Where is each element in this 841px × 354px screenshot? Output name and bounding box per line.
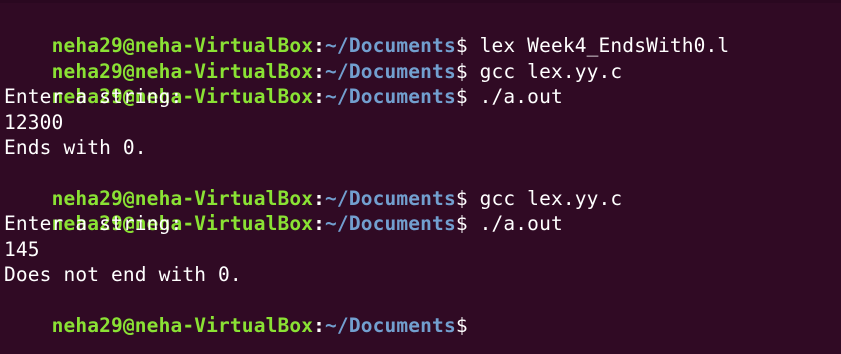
prompt-path: ~/Documents: [325, 59, 456, 83]
prompt-separator: :: [313, 59, 326, 83]
prompt-dollar: $: [455, 313, 468, 337]
command-text: ./a.out: [467, 212, 563, 236]
terminal-line-output: 12300: [4, 110, 64, 134]
prompt-dollar: $: [455, 212, 468, 236]
prompt-separator: :: [313, 85, 326, 109]
prompt-dollar: $: [455, 85, 468, 109]
prompt-user-host: neha29@neha-VirtualBox: [51, 313, 314, 337]
terminal-line-active-prompt[interactable]: neha29@neha-VirtualBox:~/Documents$: [4, 287, 841, 337]
prompt-path: ~/Documents: [325, 85, 456, 109]
command-text: lex Week4_EndsWith0.l: [467, 34, 730, 58]
terminal-line-output: Does not end with 0.: [4, 262, 242, 286]
prompt-path: ~/Documents: [325, 34, 456, 58]
terminal-line-prompt: neha29@neha-VirtualBox:~/Documents$ lex …: [4, 8, 841, 57]
prompt-user-host: neha29@neha-VirtualBox: [51, 34, 314, 58]
prompt-path: ~/Documents: [325, 313, 456, 337]
prompt-user-host: neha29@neha-VirtualBox: [51, 59, 314, 83]
prompt-user-host: neha29@neha-VirtualBox: [51, 186, 314, 210]
prompt-separator: :: [313, 186, 326, 210]
terminal-line-output: Ends with 0.: [4, 135, 147, 159]
prompt-separator: :: [313, 212, 326, 236]
prompt-dollar: $: [455, 59, 468, 83]
prompt-path: ~/Documents: [325, 212, 456, 236]
command-text: ./a.out: [467, 85, 563, 109]
prompt-dollar: $: [455, 34, 468, 58]
window-top-edge: [0, 0, 841, 3]
prompt-dollar: $: [455, 186, 468, 210]
terminal-line-prompt: neha29@neha-VirtualBox:~/Documents$ gcc …: [4, 160, 841, 210]
prompt-separator: :: [313, 313, 326, 337]
prompt-path: ~/Documents: [325, 186, 456, 210]
command-text: gcc lex.yy.c: [467, 59, 623, 83]
prompt-separator: :: [313, 34, 326, 58]
command-text: gcc lex.yy.c: [467, 186, 623, 210]
terminal-line-output: 145: [4, 237, 40, 261]
terminal-window[interactable]: neha29@neha-VirtualBox:~/Documents$ lex …: [0, 0, 841, 354]
